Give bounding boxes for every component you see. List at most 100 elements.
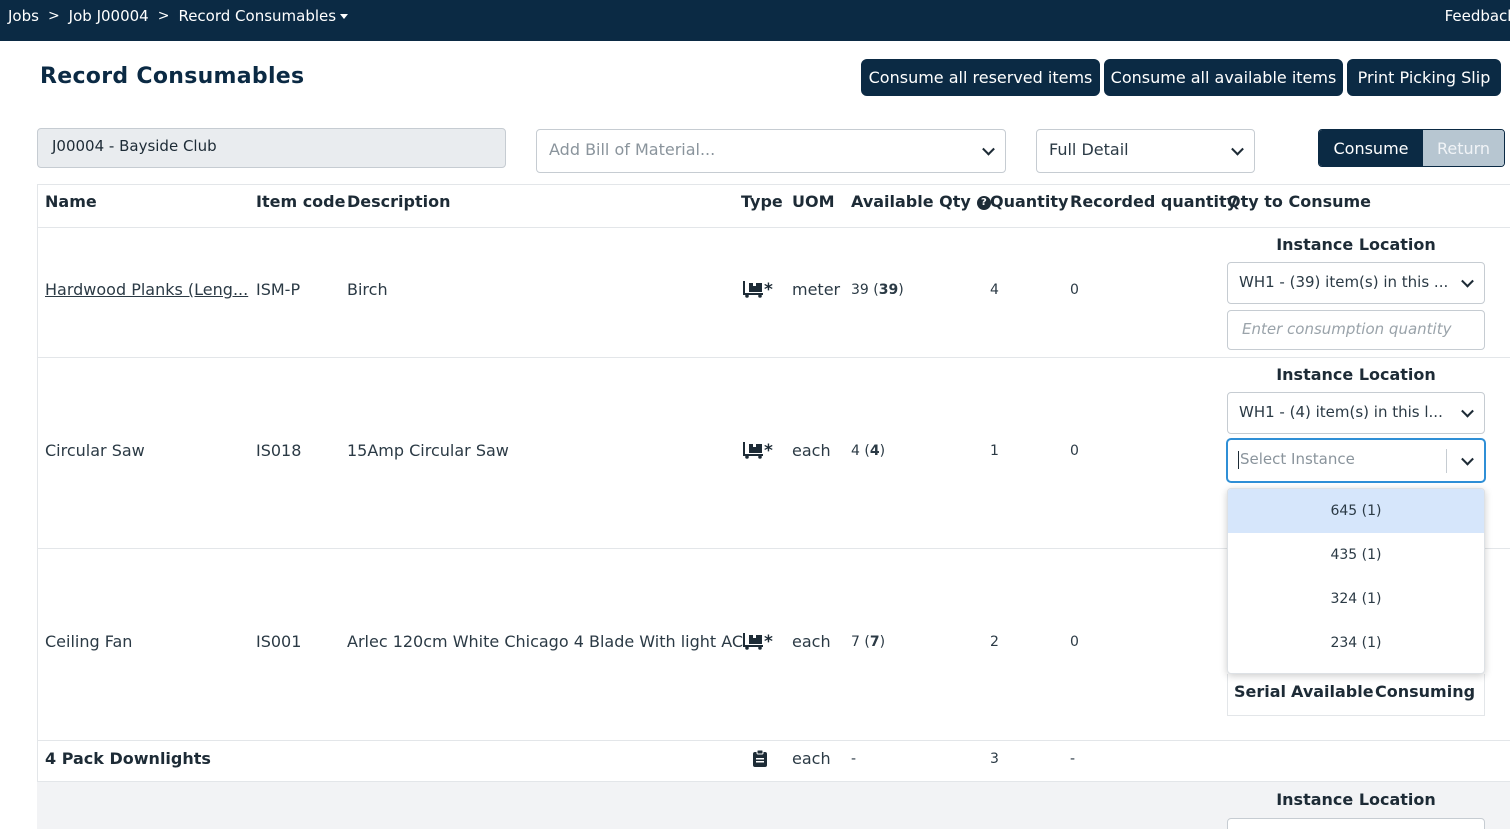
top-navbar: Jobs > Job J00004 > Record Consumables F… xyxy=(0,0,1510,41)
instance-option[interactable]: 234 (1) xyxy=(1228,621,1484,665)
return-mode-button[interactable]: Return xyxy=(1423,130,1504,166)
column-header-type: Type xyxy=(741,192,783,211)
item-quantity: 3 xyxy=(990,751,999,767)
column-header-available-qty: Available Qty? xyxy=(851,192,991,211)
recorded-quantity: 0 xyxy=(1070,443,1079,459)
job-field: J00004 - Bayside Club xyxy=(37,128,506,168)
recorded-quantity: - xyxy=(1070,751,1076,767)
item-uom: each xyxy=(792,441,831,460)
item-name-link[interactable]: Hardwood Planks (Leng... xyxy=(45,280,248,299)
instance-location-select[interactable] xyxy=(1227,818,1485,829)
available-qty: 4 (4) xyxy=(851,443,886,459)
consume-all-reserved-button[interactable]: Consume all reserved items xyxy=(861,59,1100,96)
item-name: Ceiling Fan xyxy=(45,632,133,651)
bill-of-material-select[interactable]: Add Bill of Material... xyxy=(536,129,1006,173)
item-name: Circular Saw xyxy=(45,441,145,460)
breadcrumb-current-label: Record Consumables xyxy=(178,7,337,25)
item-description: Birch xyxy=(347,280,388,299)
item-description: Arlec 120cm White Chicago 4 Blade With l… xyxy=(347,632,744,651)
instance-location-label: Instance Location xyxy=(1276,790,1436,809)
svg-text:*: * xyxy=(764,281,773,298)
clipboard-icon xyxy=(753,750,767,767)
item-quantity: 2 xyxy=(990,634,999,650)
row-divider xyxy=(37,227,1510,228)
item-uom: meter xyxy=(792,280,841,299)
available-qty-label: Available Qty xyxy=(851,192,971,211)
breadcrumb-current-dropdown[interactable]: Record Consumables xyxy=(178,7,349,25)
item-quantity: 1 xyxy=(990,443,999,459)
instance-option[interactable]: 435 (1) xyxy=(1228,533,1484,577)
item-uom: each xyxy=(792,632,831,651)
bom-placeholder: Add Bill of Material... xyxy=(549,140,716,159)
instance-option[interactable]: 645 (1) xyxy=(1228,489,1484,533)
recorded-quantity: 0 xyxy=(1070,634,1079,650)
kit-item-name: 4 Pack Downlights xyxy=(45,749,211,768)
instance-location-value: WH1 - (4) item(s) in this l... xyxy=(1239,403,1443,421)
recorded-quantity: 0 xyxy=(1070,282,1079,298)
consume-mode-button[interactable]: Consume xyxy=(1319,130,1423,166)
item-uom: each xyxy=(792,749,831,768)
instance-options-menu: 645 (1) 435 (1) 324 (1) 234 (1) xyxy=(1227,488,1485,674)
select-instance-dropdown[interactable]: Select Instance xyxy=(1227,439,1485,482)
breadcrumb: Jobs > Job J00004 > Record Consumables xyxy=(8,7,349,25)
serial-column-header: Serial xyxy=(1234,682,1287,701)
item-code: ISM-P xyxy=(256,280,301,299)
chevron-down-icon xyxy=(1461,274,1474,288)
question-circle-icon[interactable]: ? xyxy=(976,195,991,210)
breadcrumb-job-link[interactable]: Job J00004 xyxy=(69,7,149,25)
consume-all-available-button[interactable]: Consume all available items xyxy=(1104,59,1343,96)
column-header-item-code: Item code xyxy=(256,192,346,211)
detail-level-select[interactable]: Full Detail xyxy=(1036,129,1255,173)
available-qty: 39 (39) xyxy=(851,282,904,298)
page-title: Record Consumables xyxy=(40,64,305,89)
instance-location-label: Instance Location xyxy=(1276,365,1436,384)
consuming-column-header: Consuming xyxy=(1375,682,1476,701)
instance-location-select[interactable]: WH1 - (4) item(s) in this l... xyxy=(1227,392,1485,434)
detail-level-value: Full Detail xyxy=(1049,140,1129,159)
item-code: IS018 xyxy=(256,441,302,460)
chevron-down-icon xyxy=(1231,142,1244,156)
pallet-truck-icon: * xyxy=(743,281,773,298)
available-qty-bold: 7 xyxy=(869,634,880,650)
chevron-down-icon xyxy=(1461,404,1474,418)
svg-text:*: * xyxy=(764,633,773,650)
consumption-quantity-input[interactable]: Enter consumption quantity xyxy=(1227,310,1485,350)
column-header-name: Name xyxy=(45,192,97,211)
available-qty-value: 4 xyxy=(851,443,860,459)
consume-return-toggle: Consume Return xyxy=(1318,129,1505,167)
breadcrumb-separator: > xyxy=(47,8,60,24)
text-cursor xyxy=(1238,450,1239,469)
available-qty-bold: 4 xyxy=(869,443,880,459)
row-divider xyxy=(37,740,1510,741)
chevron-down-icon[interactable] xyxy=(1461,452,1474,466)
item-description: 15Amp Circular Saw xyxy=(347,441,509,460)
instance-location-select[interactable]: WH1 - (39) item(s) in this ... xyxy=(1227,262,1485,304)
available-qty: 7 (7) xyxy=(851,634,886,650)
column-header-description: Description xyxy=(347,192,451,211)
column-header-quantity: Quantity xyxy=(990,192,1069,211)
available-qty-value: 39 xyxy=(851,282,869,298)
select-instance-placeholder: Select Instance xyxy=(1240,450,1355,468)
instance-location-label: Instance Location xyxy=(1276,235,1436,254)
available-qty-value: 7 xyxy=(851,634,860,650)
row-divider xyxy=(37,357,1510,358)
column-header-uom: UOM xyxy=(792,192,835,211)
breadcrumb-jobs-link[interactable]: Jobs xyxy=(8,7,39,25)
print-picking-slip-button[interactable]: Print Picking Slip xyxy=(1347,59,1501,96)
instance-location-value: WH1 - (39) item(s) in this ... xyxy=(1239,273,1449,291)
item-code: IS001 xyxy=(256,632,302,651)
feedback-link[interactable]: Feedback xyxy=(1445,7,1510,25)
available-column-header: Available xyxy=(1291,682,1374,701)
indicator-separator xyxy=(1446,449,1447,473)
available-qty: - xyxy=(851,751,857,767)
available-qty-bold: 39 xyxy=(878,282,899,298)
breadcrumb-separator: > xyxy=(157,8,170,24)
column-header-recorded-quantity: Recorded quantity xyxy=(1070,192,1238,211)
chevron-down-icon xyxy=(982,142,995,156)
caret-down-icon xyxy=(340,14,349,19)
pallet-truck-icon: * xyxy=(743,633,773,650)
svg-text:*: * xyxy=(764,442,773,459)
pallet-truck-icon: * xyxy=(743,442,773,459)
instance-option[interactable]: 324 (1) xyxy=(1228,577,1484,621)
column-header-qty-to-consume: Qty to Consume xyxy=(1227,192,1372,211)
